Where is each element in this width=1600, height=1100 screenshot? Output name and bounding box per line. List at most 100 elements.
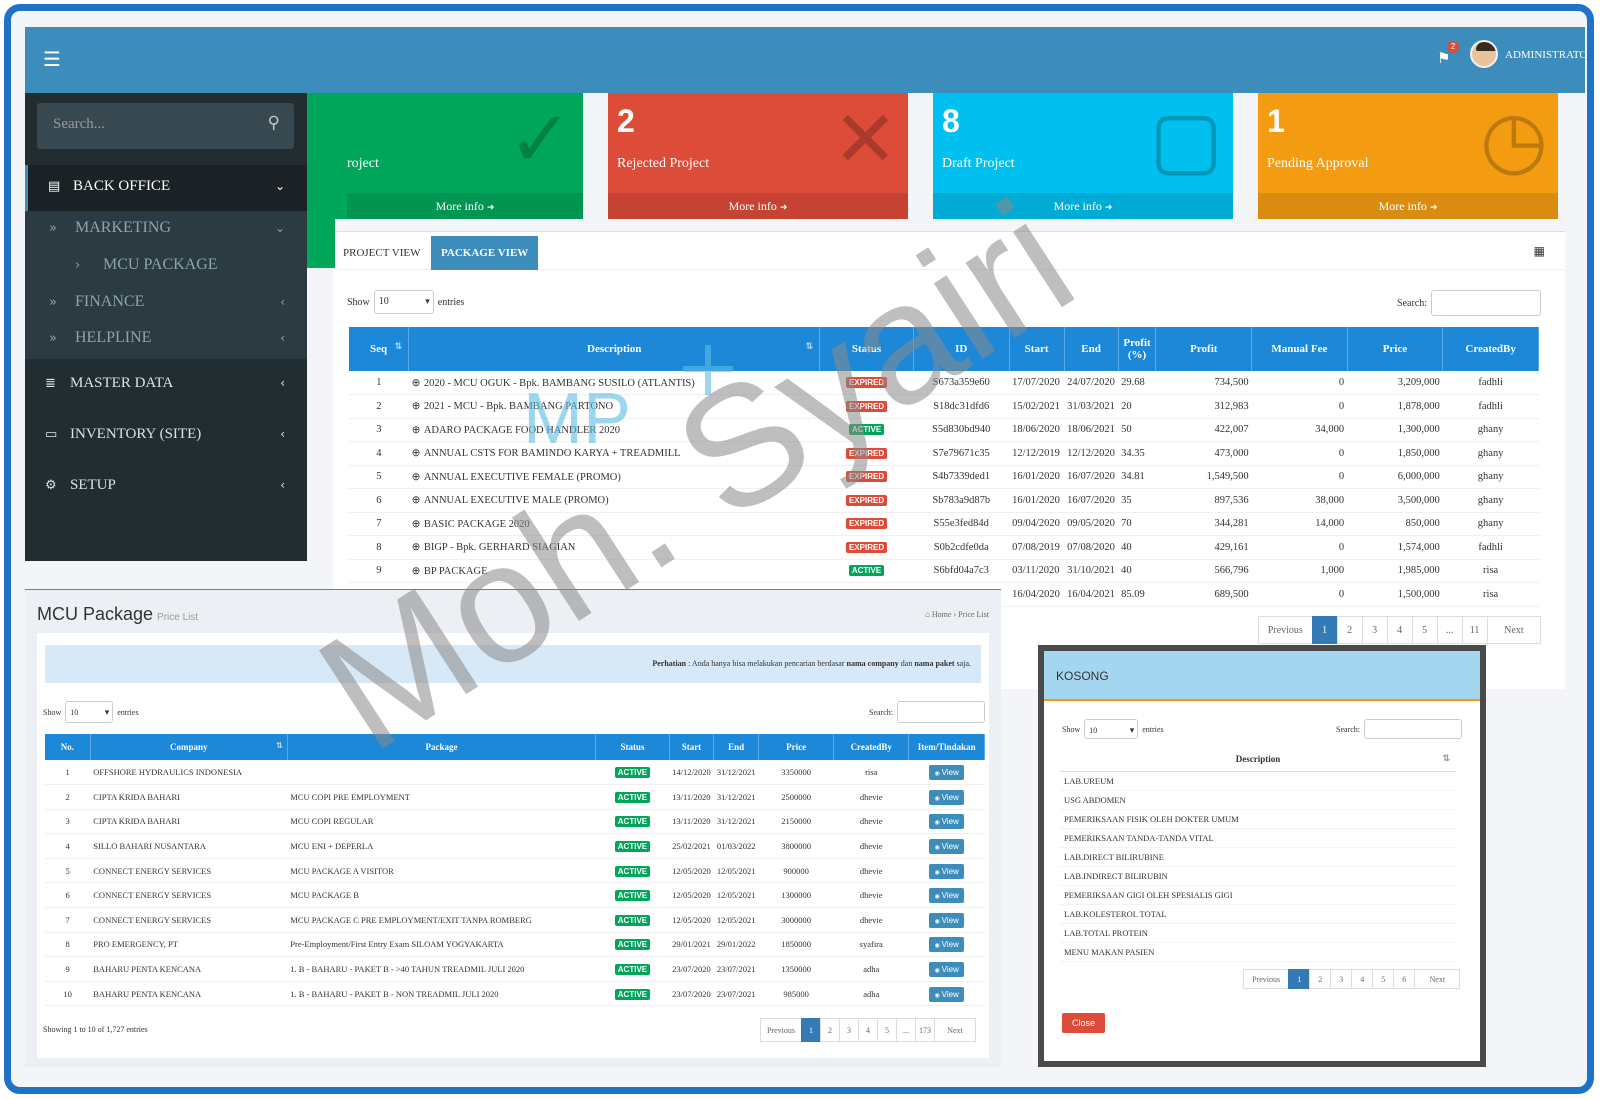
page-link[interactable]: 1 [801, 1018, 821, 1042]
view-button[interactable]: ◉ View [929, 765, 964, 781]
column-header[interactable]: Company ⇅ [90, 734, 288, 760]
page-link[interactable]: 3 [839, 1018, 859, 1042]
sidebar-item-mcu-package[interactable]: › MCU PACKAGE [25, 256, 307, 282]
table-row[interactable]: 9 BAHARU PENTA KENCANA 1. B - BAHARU - PAK… [45, 956, 985, 982]
plus-circle-icon[interactable]: ⊕ [412, 565, 424, 577]
tab-project-view[interactable]: PROJECT VIEW [333, 236, 431, 270]
table-row[interactable]: 7 ⊕ BASIC PACKAGE 2020 EXPIRED S55e3fed84d 0… [349, 512, 1539, 536]
mcu-search-input[interactable] [897, 701, 985, 723]
table-row[interactable]: 8 ⊕ BIGP - Bpk. GERHARD SIAGIAN EXPIRED S0b… [349, 535, 1539, 560]
page-link[interactable]: 2 [820, 1018, 840, 1042]
column-header[interactable]: Price [758, 734, 835, 760]
column-header[interactable]: Profit [1155, 327, 1253, 371]
page-link[interactable]: Previous [1258, 616, 1313, 644]
table-row[interactable]: 3 ⊕ ADARO PACKAGE FOOD HANDLER 2020 ACTIVE… [349, 418, 1539, 442]
table-row[interactable]: 5 CONNECT ENERGY SERVICES MCU PACKAGE A VI… [45, 858, 985, 884]
page-link[interactable]: 3 [1330, 969, 1353, 989]
page-link[interactable]: Next [1414, 969, 1461, 989]
grid-icon[interactable]: ▦ [1534, 244, 1545, 258]
column-header[interactable]: Item/Tindakan [908, 734, 985, 760]
view-button[interactable]: ◉ View [929, 888, 964, 904]
page-link[interactable]: ... [1436, 616, 1463, 644]
page-link[interactable]: 173 [915, 1018, 935, 1042]
page-link[interactable]: 11 [1461, 616, 1488, 644]
column-header[interactable]: Package [287, 734, 597, 760]
table-row[interactable]: 9 ⊕ BP PACKAGE ACTIVE S6bfd04a7c3 03/11/2020… [349, 559, 1539, 583]
sidebar-item-back-office[interactable]: ▤ BACK OFFICE ⌄ [25, 165, 307, 211]
sidebar-item-finance[interactable]: » FINANCE ‹ [25, 293, 307, 319]
entries-select[interactable]: 10 [373, 290, 434, 314]
plus-circle-icon[interactable]: ⊕ [412, 424, 424, 436]
modal-entries-select[interactable]: 10 [1084, 719, 1139, 742]
table-row[interactable]: 6 CONNECT ENERGY SERVICES MCU PACKAGE B ACT… [45, 882, 985, 909]
page-link[interactable]: 4 [858, 1018, 878, 1042]
table-row[interactable]: 6 ⊕ ANNUAL EXECUTIVE MALE (PROMO) EXPIRED S… [349, 488, 1539, 513]
page-link[interactable]: 1 [1288, 969, 1311, 989]
sidebar-item-setup[interactable]: ⚙ SETUP ‹ [25, 477, 307, 507]
column-header[interactable]: CreatedBy [833, 734, 910, 760]
table-row[interactable]: MENU MAKAN PASIEN [1060, 942, 1456, 962]
search-icon[interactable]: ⚲ [268, 113, 280, 133]
column-header[interactable]: Status [595, 734, 670, 760]
column-header-description[interactable]: Description ⇅ [1060, 747, 1456, 772]
user-avatar[interactable] [1470, 40, 1498, 68]
column-header[interactable]: Description ⇅ [408, 327, 821, 371]
more-info-link[interactable]: More info ➜ [608, 193, 908, 219]
page-link[interactable]: 4 [1386, 616, 1413, 644]
more-info-link[interactable]: More info ➜ [1258, 193, 1558, 219]
table-row[interactable]: 10 BAHARU PENTA KENCANA 1. B - BAHARU - PA… [45, 981, 985, 1007]
page-link[interactable]: 5 [877, 1018, 897, 1042]
column-header[interactable]: Start [669, 734, 715, 760]
table-row[interactable]: 1 OFFSHORE HYDRAULICS INDONESIA ACTIVE 14/1… [45, 760, 985, 786]
page-link[interactable]: 5 [1411, 616, 1438, 644]
column-header[interactable]: Profit (%) [1118, 327, 1157, 371]
table-row[interactable]: USG ABDOMEN [1060, 790, 1456, 810]
column-header[interactable]: Status [819, 327, 914, 371]
table-row[interactable]: 5 ⊕ ANNUAL EXECUTIVE FEMALE (PROMO) EXPIRE… [349, 465, 1539, 489]
plus-circle-icon[interactable]: ⊕ [412, 518, 424, 530]
sidebar-item-inventory[interactable]: ▭ INVENTORY (SITE) ‹ [25, 426, 307, 456]
table-row[interactable]: 1 ⊕ 2020 - MCU OGUK - Bpk. BAMBANG SUSILO… [349, 371, 1539, 395]
table-row[interactable]: 4 SILLO BAHARI NUSANTARA MCU ENI + DEPERLA… [45, 833, 985, 859]
table-row[interactable]: LAB.TOTAL PROTEIN [1060, 923, 1456, 943]
plus-circle-icon[interactable]: ⊕ [412, 541, 424, 553]
view-button[interactable]: ◉ View [929, 937, 964, 953]
plus-circle-icon[interactable]: ⊕ [412, 494, 424, 506]
table-row[interactable]: PEMERIKSAAN GIGI OLEH SPESIALIS GIGI [1060, 885, 1456, 905]
page-link[interactable]: 1 [1311, 616, 1338, 644]
table-row[interactable]: PEMERIKSAAN TANDA-TANDA VITAL [1060, 828, 1456, 848]
table-row[interactable]: 2 CIPTA KRIDA BAHARI MCU COPI PRE EMPLOYME… [45, 784, 985, 810]
sidebar-item-marketing[interactable]: » MARKETING ⌄ [25, 219, 307, 245]
page-link[interactable]: Next [1486, 616, 1542, 644]
tab-package-view[interactable]: PACKAGE VIEW [431, 236, 539, 270]
column-header[interactable]: No. [45, 734, 91, 760]
column-header[interactable]: Seq ⇅ [349, 327, 410, 371]
plus-circle-icon[interactable]: ⊕ [412, 447, 424, 459]
page-link[interactable]: 6 [1393, 969, 1416, 989]
mcu-entries-select[interactable]: 10 [65, 701, 114, 724]
menu-toggle-icon[interactable]: ☰ [43, 47, 61, 71]
table-row[interactable]: LAB.KOLESTEROL TOTAL [1060, 904, 1456, 924]
column-header[interactable]: End [713, 734, 760, 760]
modal-search-input[interactable] [1364, 719, 1462, 739]
sidebar-item-helpline[interactable]: » HELPLINE ‹ [25, 329, 307, 355]
page-link[interactable]: 2 [1309, 969, 1332, 989]
page-link[interactable]: 5 [1372, 969, 1395, 989]
search-input[interactable] [1431, 290, 1541, 316]
table-row[interactable]: LAB.INDIRECT BILIRUBIN [1060, 866, 1456, 886]
table-row[interactable]: LAB.DIRECT BILIRUBINE [1060, 847, 1456, 867]
view-button[interactable]: ◉ View [929, 814, 964, 830]
page-link[interactable]: Previous [760, 1018, 802, 1042]
view-button[interactable]: ◉ View [929, 962, 964, 978]
table-row[interactable]: 3 CIPTA KRIDA BAHARI MCU COPI REGULAR ACTIV… [45, 809, 985, 835]
column-header[interactable]: ID [913, 327, 1010, 371]
column-header[interactable]: End [1064, 327, 1119, 371]
page-link[interactable]: 4 [1351, 969, 1374, 989]
column-header[interactable]: Price [1347, 327, 1444, 371]
page-link[interactable]: Previous [1243, 969, 1290, 989]
sidebar-search-input[interactable]: Search... ⚲ [37, 103, 294, 149]
table-row[interactable]: 4 ⊕ ANNUAL CSTS FOR BAMINDO KARYA + TREAD… [349, 441, 1539, 466]
table-row[interactable]: 2 ⊕ 2021 - MCU - Bpk. BAMBANG PARTONO EXPI… [349, 394, 1539, 419]
column-header[interactable]: Manual Fee [1251, 327, 1348, 371]
column-header[interactable]: Start [1009, 327, 1065, 371]
